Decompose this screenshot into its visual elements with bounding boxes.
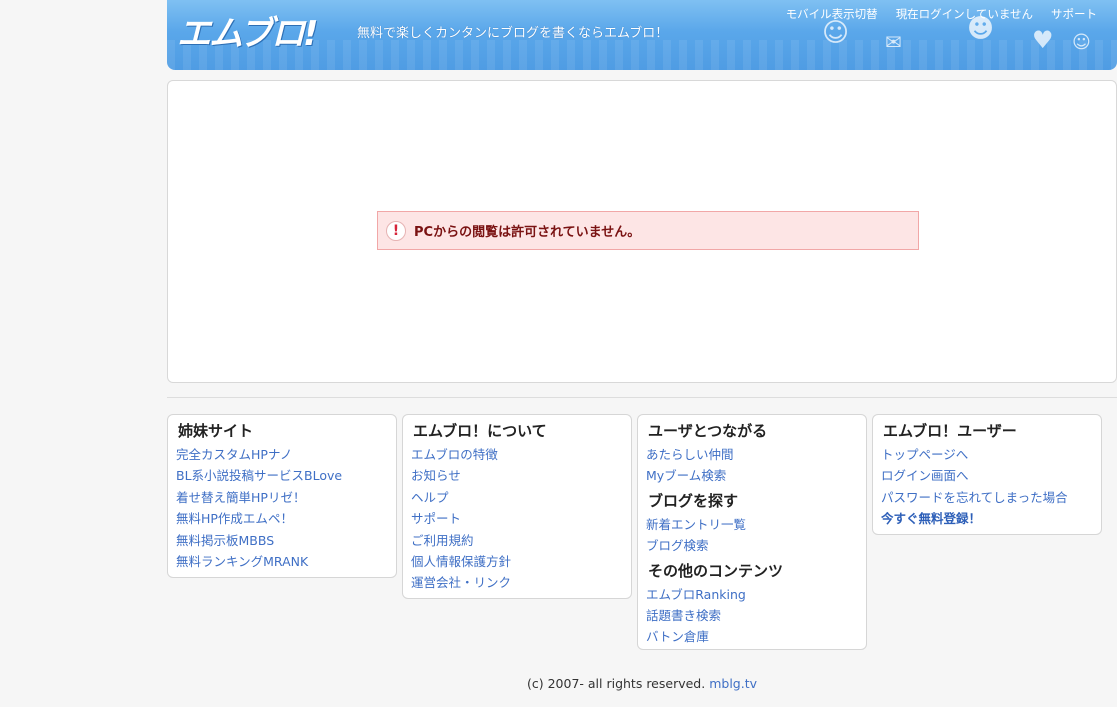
other-link-ranking[interactable]: エムブロRanking [646,587,746,602]
top-nav: モバイル表示切替 現在ログインしていません サポート [786,6,1097,22]
sister-sites-box: 姉妹サイト 完全カスタムHPナノ BL系小説投稿サービスBLove 着せ替え簡単… [167,414,397,578]
connect-link-myboom[interactable]: Myブーム検索 [646,468,726,483]
copyright-text: (c) 2007- all rights reserved. [526,676,706,691]
sister-link-blove[interactable]: BL系小説投稿サービスBLove [176,468,342,483]
other-link-baton[interactable]: バトン倉庫 [646,629,709,644]
copyright: (c) 2007- all rights reserved. mblg.tv [0,676,1117,691]
sister-link-nano[interactable]: 完全カスタムHPナノ [176,447,292,462]
other-contents-title: その他のコンテンツ [648,561,784,580]
divider [167,397,1117,398]
face-icon: ☺ [822,18,850,48]
sister-link-mbbs[interactable]: 無料掲示板MBBS [176,533,274,548]
about-link-help[interactable]: ヘルプ [411,490,449,505]
mobile-switch-link[interactable]: モバイル表示切替 [786,6,878,22]
about-link-privacy[interactable]: 個人情報保護方針 [411,554,511,569]
error-alert: ! PCからの閲覧は許可されていません。 [377,211,919,250]
users-link-forgot-password[interactable]: パスワードを忘れてしまった場合 [881,490,1068,505]
login-status-link[interactable]: 現在ログインしていません [896,6,1033,22]
mail-icon: ✉ [885,30,902,54]
site-header: ☺ ✉ ☻ ♥ ☺ エムブロ! 無料で楽しくカンタンにブログを書くならエムブロ！… [167,0,1117,70]
connect-link-new-friends[interactable]: あたらしい仲間 [646,447,734,462]
find-blog-title: ブログを探す [648,491,739,510]
find-link-new-entries[interactable]: 新着エントリ一覧 [646,517,746,532]
alert-message: PCからの閲覧は許可されていません。 [414,225,641,240]
support-link[interactable]: サポート [1051,6,1097,22]
tagline: 無料で楽しくカンタンにブログを書くならエムブロ！ [357,26,669,41]
sister-sites-title: 姉妹サイト [178,422,254,440]
sister-link-mrank[interactable]: 無料ランキングMRANK [176,554,308,569]
domain-link[interactable]: mblg.tv [709,676,757,691]
about-link-support[interactable]: サポート [411,511,461,526]
users-link-top[interactable]: トップページへ [881,447,968,462]
sister-link-mpe[interactable]: 無料HP作成エムペ！ [176,511,293,526]
users-link-login[interactable]: ログイン画面へ [881,468,969,483]
users-box: エムブロ！ユーザー トップページへ ログイン画面へ パスワードを忘れてしまった場… [872,414,1102,535]
main-panel: ! PCからの閲覧は許可されていません。 [167,80,1117,383]
logo[interactable]: エムブロ! [177,6,318,55]
about-link-features[interactable]: エムブロの特徴 [411,447,498,462]
other-link-topic-search[interactable]: 話題書き検索 [646,608,721,623]
find-link-blog-search[interactable]: ブログ検索 [646,538,709,553]
heart-icon: ♥ [1032,26,1054,54]
about-link-terms[interactable]: ご利用規約 [411,533,474,548]
about-link-news[interactable]: お知らせ [411,468,461,483]
connect-box: ユーザとつながる あたらしい仲間 Myブーム検索 ブログを探す 新着エントリ一覧… [637,414,867,650]
about-link-company[interactable]: 運営会社・リンク [411,575,511,590]
about-title: エムブロ！について [413,422,547,440]
sister-link-rize[interactable]: 着せ替え簡単HPリゼ！ [176,490,305,505]
exclamation-icon: ! [386,220,406,241]
smile-icon: ☺ [1072,32,1091,53]
about-box: エムブロ！について エムブロの特徴 お知らせ ヘルプ サポート ご利用規約 個人… [402,414,632,599]
users-title: エムブロ！ユーザー [883,422,1017,440]
connect-title: ユーザとつながる [648,422,768,440]
register-link[interactable]: 今すぐ無料登録！ [881,511,981,526]
